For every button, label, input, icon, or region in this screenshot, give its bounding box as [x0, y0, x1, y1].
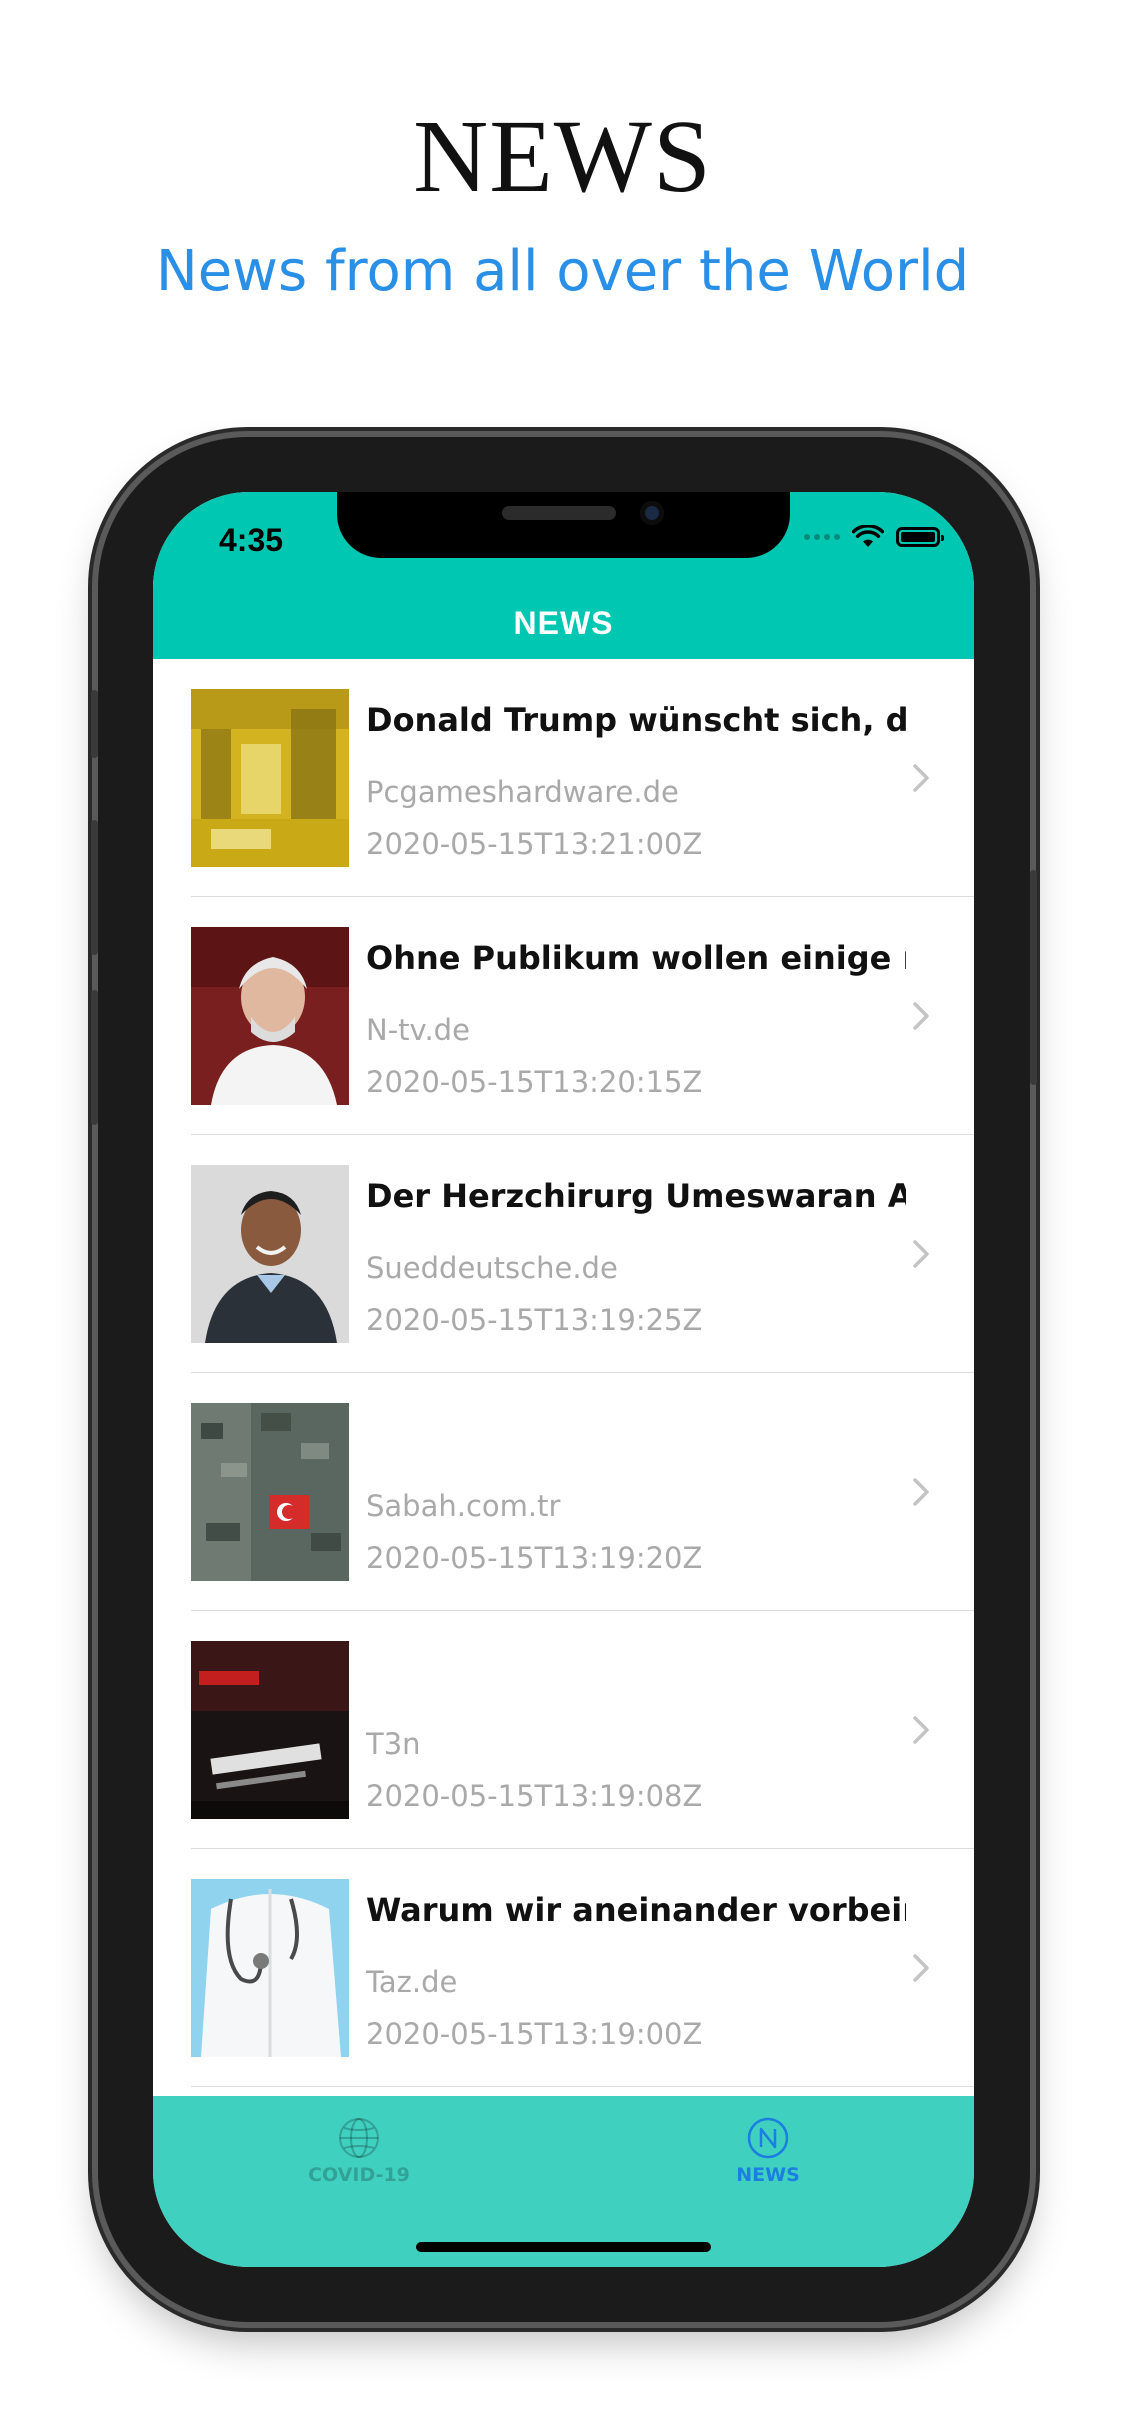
chevron-right-icon [913, 1240, 929, 1268]
lab-factory-image [191, 689, 349, 867]
phone-volume-down [91, 990, 98, 1125]
chevron-right-icon [913, 1954, 929, 1982]
promo-headline: NEWS [413, 99, 712, 214]
tab-covid-19[interactable]: COVID-19 [209, 2116, 509, 2186]
article-title [366, 1653, 906, 1693]
news-row[interactable]: Ohne Publikum wollen einige nic N-tv.de … [153, 897, 974, 1135]
article-source: Sabah.com.tr [366, 1489, 561, 1523]
older-man-portrait-image [191, 927, 349, 1105]
article-date: 2020-05-15T13:19:25Z [366, 1303, 703, 1337]
article-date: 2020-05-15T13:19:00Z [366, 2017, 703, 2051]
doctor-coat-stethoscope-image [191, 1879, 349, 2057]
tab-label: NEWS [736, 2164, 800, 2186]
article-date: 2020-05-15T13:19:08Z [366, 1779, 703, 1813]
article-source: T3n [366, 1727, 421, 1761]
chevron-right-icon [913, 1002, 929, 1030]
article-title: Ohne Publikum wollen einige nic [366, 939, 906, 977]
front-camera [640, 501, 664, 525]
status-time: 4:35 [219, 522, 284, 558]
promo-subheadline: News from all over the World [155, 239, 970, 304]
battery-icon [896, 527, 944, 547]
phone-notch [337, 492, 790, 558]
news-list[interactable]: Donald Trump wünscht sich, dass Pcgamesh… [153, 659, 974, 2087]
news-n-icon [747, 2117, 789, 2159]
article-date: 2020-05-15T13:21:00Z [366, 827, 703, 861]
news-row[interactable]: Der Herzchirurg Umeswaran Aru Sueddeutsc… [153, 1135, 974, 1373]
article-title: Donald Trump wünscht sich, dass [366, 701, 906, 739]
news-row[interactable]: T3n 2020-05-15T13:19:08Z [153, 1611, 974, 1849]
chevron-right-icon [913, 1478, 929, 1506]
article-source: N-tv.de [366, 1013, 470, 1047]
news-row[interactable]: Warum wir aneinander vorbeired Taz.de 20… [153, 1849, 974, 2087]
globe-icon [339, 2118, 379, 2158]
news-row[interactable]: Sabah.com.tr 2020-05-15T13:19:20Z [153, 1373, 974, 1611]
wifi-icon [852, 525, 884, 547]
article-title: Der Herzchirurg Umeswaran Aru [366, 1177, 906, 1215]
app-screen: 4:35 NEWS Donald Trump wünscht sich, d P… [153, 492, 974, 2267]
phone-power-button [1030, 870, 1037, 1085]
article-date: 2020-05-15T13:19:20Z [366, 1541, 703, 1575]
speaker-grille [502, 506, 616, 520]
phone-silent-switch [91, 690, 98, 758]
article-date: 2020-05-15T13:20:15Z [366, 1065, 703, 1099]
smiling-man-portrait-image [191, 1165, 349, 1343]
article-source: Sueddeutsche.de [366, 1251, 618, 1285]
news-row[interactable]: Donald Trump wünscht sich, dass Pcgamesh… [153, 659, 974, 897]
status-icons [804, 525, 944, 549]
nav-title: NEWS [513, 604, 614, 641]
navigation-bar: NEWS [153, 587, 974, 659]
signal-dots-icon [804, 534, 840, 540]
article-source: Pcgameshardware.de [366, 775, 679, 809]
home-indicator[interactable] [416, 2242, 711, 2252]
chevron-right-icon [913, 1716, 929, 1744]
tab-news[interactable]: NEWS [618, 2116, 918, 2186]
military-uniform-flag-image [191, 1403, 349, 1581]
row-divider [191, 2086, 974, 2087]
netflix-screen-image [191, 1641, 349, 1819]
phone-volume-up [91, 820, 98, 955]
tab-label: COVID-19 [308, 2164, 410, 2186]
article-title [366, 1415, 906, 1455]
article-title: Warum wir aneinander vorbeired [366, 1891, 906, 1929]
chevron-right-icon [913, 764, 929, 792]
article-source: Taz.de [366, 1965, 458, 1999]
